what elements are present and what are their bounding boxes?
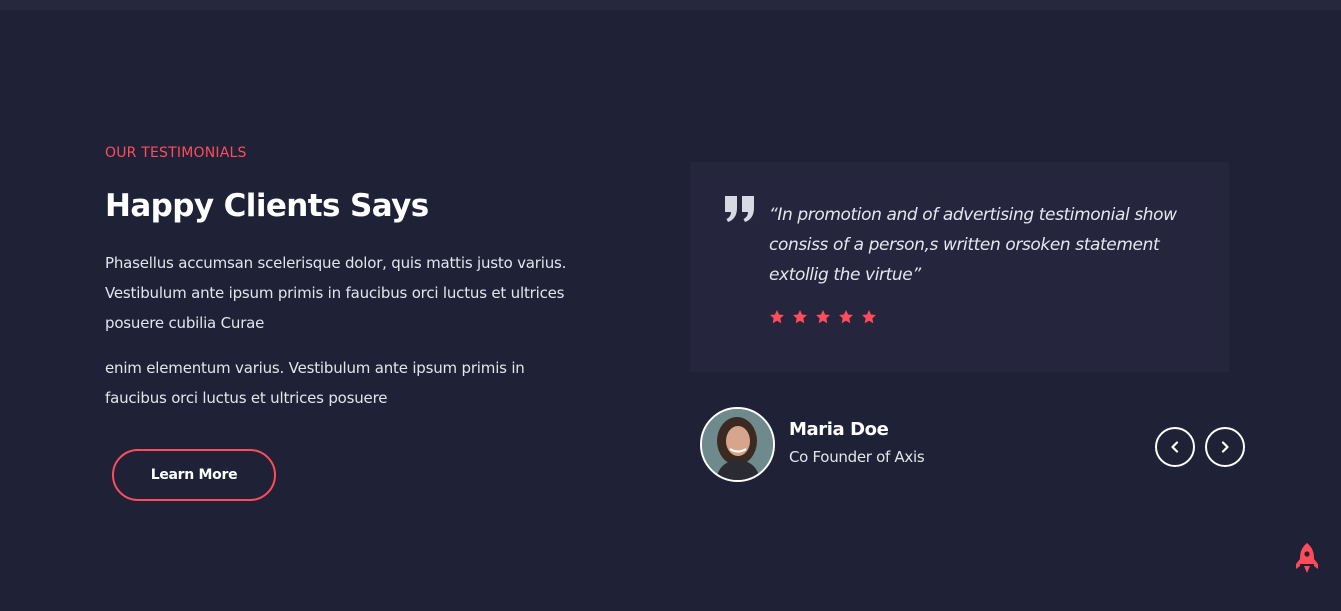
testimonials-page: OUR TESTIMONIALS Happy Clients Says Phas… [0,0,1341,611]
star-icon [839,310,853,324]
testimonial-quote: “In promotion and of advertising testimo… [769,205,1177,285]
section-title: Happy Clients Says [105,188,429,224]
next-testimonial-button[interactable] [1205,427,1245,467]
top-bar [0,0,1341,10]
client-name: Maria Doe [789,419,889,440]
rocket-icon[interactable] [1295,542,1319,574]
previous-testimonial-button[interactable] [1155,427,1195,467]
avatar-portrait [702,409,773,480]
quote-icon [725,196,754,222]
star-icon [816,310,830,324]
chevron-right-icon [1221,441,1229,453]
client-avatar [700,407,775,482]
rating-stars [769,309,877,325]
testimonials-intro: OUR TESTIMONIALS Happy Clients Says Phas… [105,140,575,428]
star-icon [770,310,784,324]
star-icon [793,310,807,324]
star-icon [862,310,876,324]
learn-more-button[interactable]: Learn More [112,449,276,501]
section-eyebrow: OUR TESTIMONIALS [105,145,247,161]
chevron-left-icon [1171,441,1179,453]
client-role: Co Founder of Axis [789,448,925,466]
intro-paragraph-2: enim elementum varius. Vestibulum ante i… [105,359,525,407]
intro-paragraph-1: Phasellus accumsan scelerisque dolor, qu… [105,254,567,332]
